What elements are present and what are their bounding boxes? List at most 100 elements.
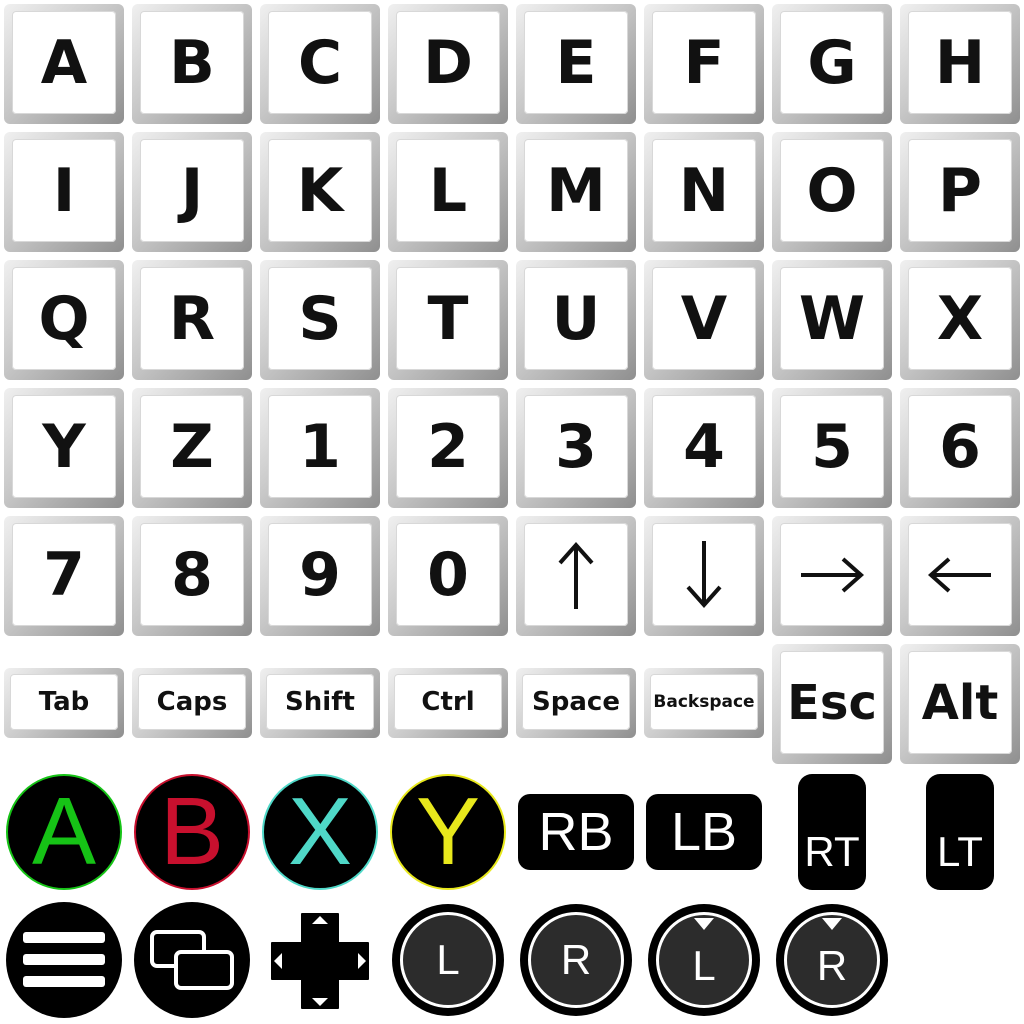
key-4[interactable]: 4	[644, 388, 764, 508]
gamepad-x-button[interactable]: X	[262, 774, 378, 890]
key-label: N	[652, 139, 756, 242]
key-left[interactable]	[900, 516, 1020, 636]
menu-icon	[23, 932, 105, 987]
key-a[interactable]: A	[4, 4, 124, 124]
gamepad-left-stick[interactable]: L	[392, 904, 504, 1016]
key-n[interactable]: N	[644, 132, 764, 252]
key-j[interactable]: J	[132, 132, 252, 252]
gamepad-rt-trigger[interactable]: RT	[798, 774, 866, 890]
key-space[interactable]: Space	[516, 668, 636, 738]
key-v[interactable]: V	[644, 260, 764, 380]
key-label: G	[780, 11, 884, 114]
key-1[interactable]: 1	[260, 388, 380, 508]
key-q[interactable]: Q	[4, 260, 124, 380]
key-7[interactable]: 7	[4, 516, 124, 636]
key-d[interactable]: D	[388, 4, 508, 124]
left-arrow-icon	[927, 557, 991, 592]
key-label: S	[268, 267, 372, 370]
key-label: Tab	[10, 674, 118, 730]
key-label: R	[140, 267, 244, 370]
key-backspace[interactable]: Backspace	[644, 668, 764, 738]
gamepad-menu-button[interactable]	[6, 902, 122, 1018]
key-label: Y	[12, 395, 116, 498]
key-i[interactable]: I	[4, 132, 124, 252]
key-w[interactable]: W	[772, 260, 892, 380]
key-label: 6	[908, 395, 1012, 498]
gamepad-right-stick[interactable]: R	[520, 904, 632, 1016]
key-l[interactable]: L	[388, 132, 508, 252]
press-indicator-icon	[694, 918, 714, 930]
key-label: A	[12, 11, 116, 114]
gamepad-b-button[interactable]: B	[134, 774, 250, 890]
key-e[interactable]: E	[516, 4, 636, 124]
key-label: 0	[396, 523, 500, 626]
key-2[interactable]: 2	[388, 388, 508, 508]
button-label: RB	[538, 802, 614, 862]
key-k[interactable]: K	[260, 132, 380, 252]
key-3[interactable]: 3	[516, 388, 636, 508]
gamepad-lb-button[interactable]: LB	[646, 794, 762, 870]
gamepad-rb-button[interactable]: RB	[518, 794, 634, 870]
key-9[interactable]: 9	[260, 516, 380, 636]
key-s[interactable]: S	[260, 260, 380, 380]
key-up[interactable]	[516, 516, 636, 636]
key-f[interactable]: F	[644, 4, 764, 124]
key-tab[interactable]: Tab	[4, 668, 124, 738]
key-label: H	[908, 11, 1012, 114]
gamepad-y-button[interactable]: Y	[390, 774, 506, 890]
key-label: D	[396, 11, 500, 114]
key-label: Q	[12, 267, 116, 370]
key-z[interactable]: Z	[132, 388, 252, 508]
gamepad-dpad[interactable]	[270, 912, 370, 1010]
key-label: 4	[652, 395, 756, 498]
key-8[interactable]: 8	[132, 516, 252, 636]
key-o[interactable]: O	[772, 132, 892, 252]
key-g[interactable]: G	[772, 4, 892, 124]
key-label: Backspace	[650, 674, 758, 730]
key-label: X	[908, 267, 1012, 370]
key-label: Alt	[908, 651, 1012, 754]
key-label: M	[524, 139, 628, 242]
key-shift[interactable]: Shift	[260, 668, 380, 738]
gamepad-lt-trigger[interactable]: LT	[926, 774, 994, 890]
key-6[interactable]: 6	[900, 388, 1020, 508]
key-esc[interactable]: Esc	[772, 644, 892, 764]
key-label: 5	[780, 395, 884, 498]
key-label: U	[524, 267, 628, 370]
key-down[interactable]	[644, 516, 764, 636]
key-label: F	[652, 11, 756, 114]
key-5[interactable]: 5	[772, 388, 892, 508]
key-right[interactable]	[772, 516, 892, 636]
key-b[interactable]: B	[132, 4, 252, 124]
key-p[interactable]: P	[900, 132, 1020, 252]
button-label: A	[31, 778, 97, 885]
key-label: Ctrl	[394, 674, 502, 730]
key-label: 3	[524, 395, 628, 498]
key-label: V	[652, 267, 756, 370]
key-x[interactable]: X	[900, 260, 1020, 380]
key-alt[interactable]: Alt	[900, 644, 1020, 764]
key-label: J	[140, 139, 244, 242]
button-label: LB	[670, 802, 738, 862]
key-label: I	[12, 139, 116, 242]
key-c[interactable]: C	[260, 4, 380, 124]
gamepad-left-stick-click[interactable]: L	[648, 904, 760, 1016]
gamepad-view-button[interactable]	[134, 902, 250, 1018]
key-label: K	[268, 139, 372, 242]
key-label: Esc	[780, 651, 884, 754]
key-0[interactable]: 0	[388, 516, 508, 636]
gamepad-right-stick-click[interactable]: R	[776, 904, 888, 1016]
key-caps[interactable]: Caps	[132, 668, 252, 738]
key-m[interactable]: M	[516, 132, 636, 252]
key-label: W	[780, 267, 884, 370]
gamepad-a-button[interactable]: A	[6, 774, 122, 890]
key-ctrl[interactable]: Ctrl	[388, 668, 508, 738]
key-label: Shift	[266, 674, 374, 730]
key-y[interactable]: Y	[4, 388, 124, 508]
key-label: T	[396, 267, 500, 370]
key-r[interactable]: R	[132, 260, 252, 380]
key-h[interactable]: H	[900, 4, 1020, 124]
key-u[interactable]: U	[516, 260, 636, 380]
key-t[interactable]: T	[388, 260, 508, 380]
key-label: C	[268, 11, 372, 114]
